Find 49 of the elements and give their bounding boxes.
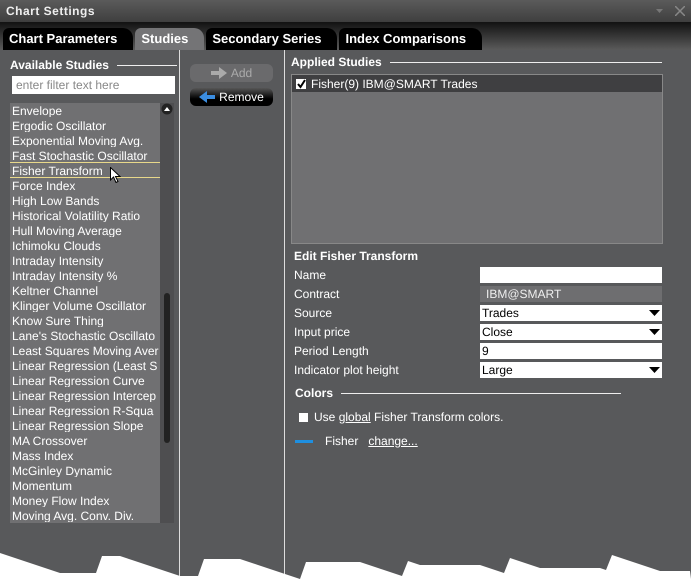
tab[interactable]: Index Comparisons bbox=[339, 28, 482, 50]
section-title: Available Studies bbox=[10, 57, 109, 74]
caret-icon bbox=[649, 329, 660, 335]
caret-icon bbox=[649, 310, 660, 316]
checkbox[interactable] bbox=[299, 412, 308, 422]
link[interactable]: change... bbox=[368, 432, 418, 450]
dropdown[interactable]: Large bbox=[480, 362, 662, 378]
section-title: Colors bbox=[295, 385, 334, 402]
section-title: Edit Fisher Transform bbox=[293, 248, 420, 265]
input-field[interactable]: 9 bbox=[480, 343, 662, 359]
link[interactable]: global bbox=[338, 410, 371, 424]
list-item[interactable]: Keltner Channel bbox=[10, 282, 160, 298]
field-label: Contract bbox=[294, 286, 340, 302]
checkbox-label[interactable]: Use global Fisher Transform colors. bbox=[314, 408, 504, 426]
list-item[interactable]: Force Index bbox=[10, 177, 160, 193]
field-label: Period Length bbox=[294, 343, 370, 359]
window-title: Chart Settings bbox=[6, 3, 96, 20]
section-title: Applied Studies bbox=[291, 54, 382, 71]
series-name: Fisher bbox=[325, 433, 358, 450]
filter-field[interactable]: enter filter text here bbox=[12, 76, 175, 94]
list-item[interactable]: Lane's Stochastic Oscillato bbox=[10, 327, 160, 343]
dropdown[interactable]: Close bbox=[480, 324, 662, 340]
field-label: Indicator plot height bbox=[294, 362, 400, 378]
tab[interactable]: Chart Parameters bbox=[3, 28, 134, 50]
list-item[interactable]: Momentum bbox=[10, 477, 160, 493]
field-label: Source bbox=[294, 305, 334, 321]
list-item[interactable]: Fisher Transform bbox=[10, 162, 160, 178]
dropdown-icon[interactable] bbox=[656, 9, 663, 13]
left-arrow-icon bbox=[199, 91, 216, 103]
right-arrow-icon bbox=[210, 67, 227, 79]
remove-button[interactable]: Remove bbox=[190, 88, 273, 106]
list-item[interactable]: Fast Stochastic Oscillator bbox=[10, 147, 160, 163]
field-label: Input price bbox=[294, 324, 352, 340]
list-item[interactable]: Mass Index bbox=[10, 447, 160, 463]
list-item[interactable]: Ichimoku Clouds bbox=[10, 237, 160, 253]
tab[interactable]: Studies bbox=[135, 28, 204, 50]
close-icon[interactable] bbox=[675, 6, 685, 16]
tab[interactable]: Secondary Series bbox=[206, 28, 338, 50]
scrollbar-thumb[interactable] bbox=[164, 293, 170, 443]
read-only-value: IBM@SMART bbox=[480, 286, 662, 302]
checkbox[interactable] bbox=[296, 78, 306, 88]
dropdown[interactable]: Trades bbox=[480, 305, 662, 321]
cursor-icon bbox=[110, 167, 121, 183]
list-item[interactable]: MA Crossover bbox=[10, 432, 160, 448]
scroll-up-icon[interactable] bbox=[161, 103, 173, 115]
field-label: Name bbox=[294, 267, 328, 283]
caret-icon bbox=[649, 367, 660, 373]
input-field[interactable] bbox=[480, 267, 662, 283]
list-item[interactable]: Fisher(9) IBM@SMART Trades bbox=[292, 75, 662, 92]
